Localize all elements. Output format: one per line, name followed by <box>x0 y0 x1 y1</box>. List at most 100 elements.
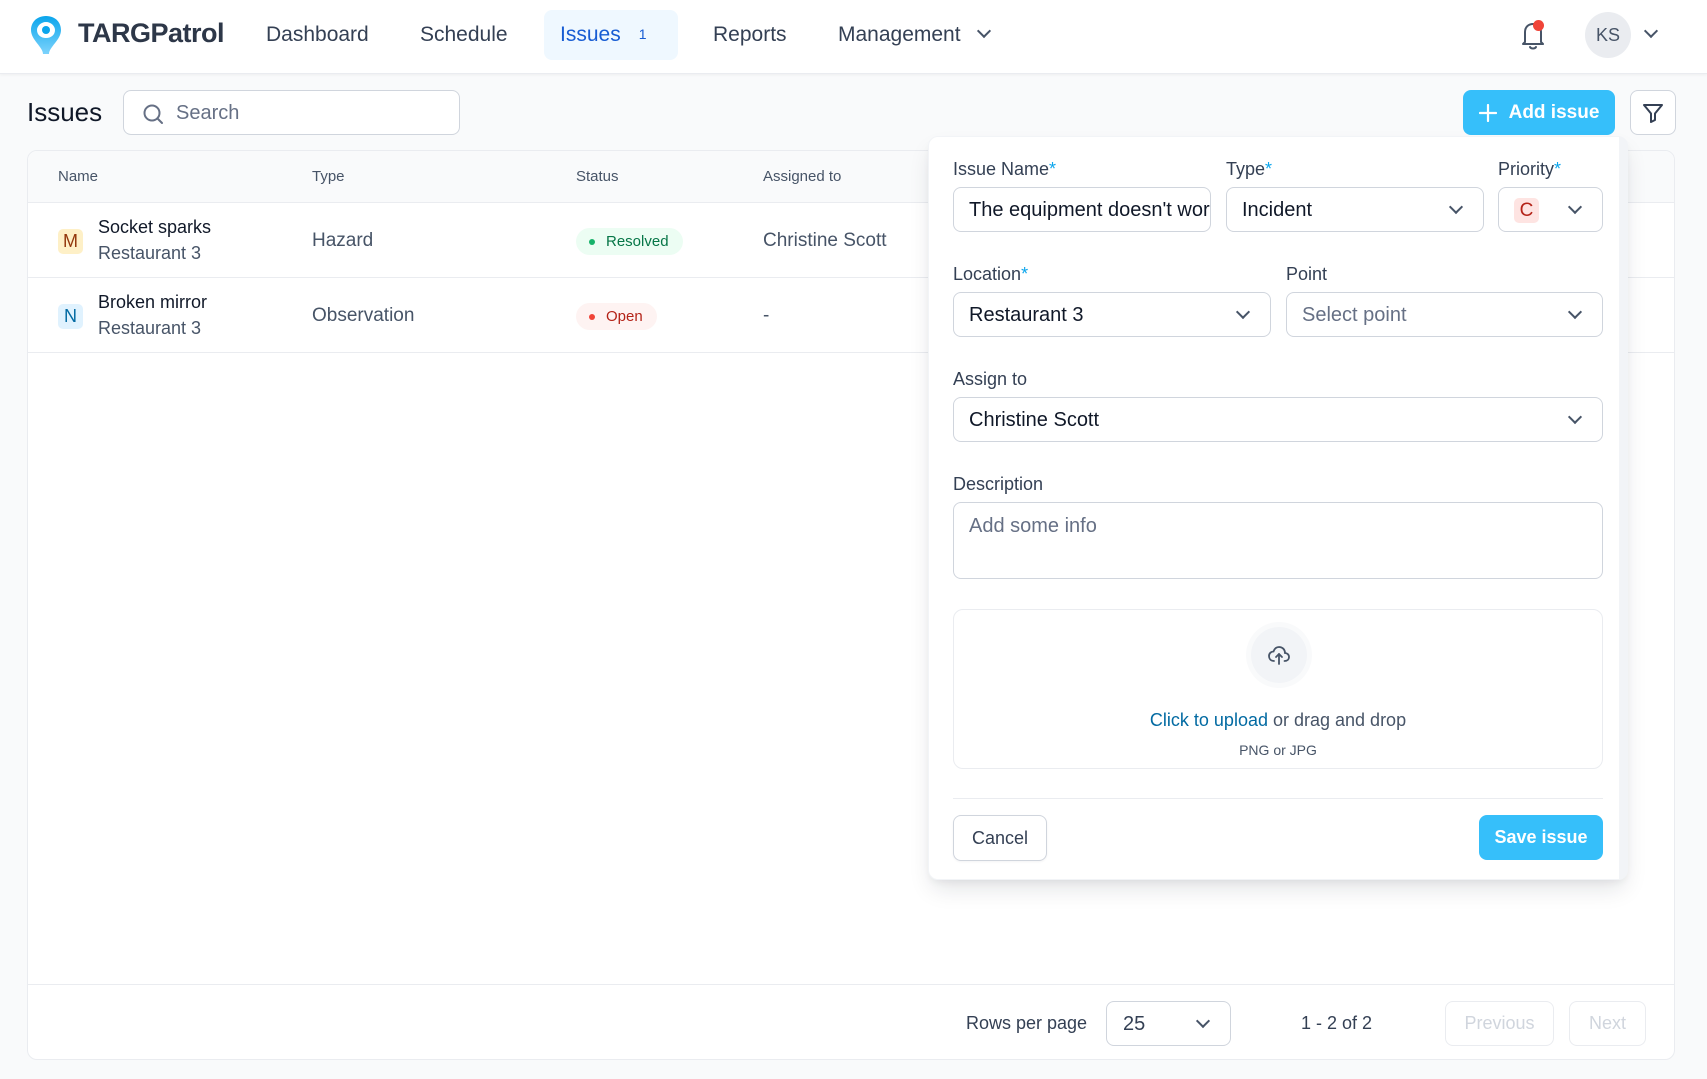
chevron-down-icon <box>1448 199 1464 215</box>
location-label: Location* <box>953 264 1028 285</box>
location-label-text: Location <box>953 264 1022 284</box>
add-issue-button[interactable]: Add issue <box>1463 90 1615 135</box>
nav-issues-count-badge: 1 <box>638 26 647 42</box>
issue-name-label-text: Issue Name <box>953 159 1050 179</box>
required-mark: * <box>1554 159 1562 179</box>
upload-instructions: Click to upload or drag and drop <box>954 710 1602 731</box>
description-label: Description <box>953 474 1044 494</box>
rows-per-page-value: 25 <box>1123 1013 1146 1035</box>
assign-to-select[interactable]: Christine Scott <box>953 397 1603 442</box>
page-title: Issues <box>27 97 103 127</box>
type-label-text: Type <box>1226 159 1266 179</box>
issue-type: Observation <box>312 305 415 326</box>
chevron-down-icon <box>976 23 991 39</box>
nav-dashboard-label: Dashboard <box>266 23 369 46</box>
upload-icon-inner <box>1251 627 1307 683</box>
description-textarea[interactable]: Add some info <box>953 502 1603 579</box>
add-issue-label: Add issue <box>1508 101 1600 123</box>
nav-schedule-label: Schedule <box>420 23 508 46</box>
nav-issues[interactable]: Issues 1 <box>544 10 678 60</box>
nav-issues-label: Issues <box>560 23 621 46</box>
type-label: Type* <box>1226 159 1272 180</box>
assign-to-value: Christine Scott <box>969 409 1100 431</box>
upload-icon-container <box>1246 622 1312 688</box>
search-placeholder: Search <box>176 102 240 124</box>
upload-file-types: PNG or JPG <box>1239 742 1317 758</box>
issue-location: Restaurant 3 <box>98 318 202 338</box>
cancel-button[interactable]: Cancel <box>953 815 1047 861</box>
search-input[interactable]: Search <box>123 90 460 135</box>
logo-pin-icon <box>31 16 61 54</box>
type-select[interactable]: Incident <box>1226 187 1484 232</box>
issue-assignee: - <box>763 305 770 326</box>
priority-label: Priority* <box>1498 159 1561 180</box>
form-divider <box>953 798 1603 799</box>
priority-badge: M <box>58 229 83 254</box>
rows-per-page-select[interactable]: 25 <box>1106 1001 1231 1046</box>
add-issue-form: Issue Name* The equipment doesn't work T… <box>928 136 1628 880</box>
drag-drop-text: or drag and drop <box>1267 710 1407 730</box>
pagination-range: 1 - 2 of 2 <box>1301 1013 1373 1033</box>
priority-label-text: Priority <box>1498 159 1555 179</box>
rows-per-page-label: Rows per page <box>966 1013 1088 1033</box>
top-navigation: TARGPatrol Dashboard Schedule Issues 1 Re… <box>0 0 1707 74</box>
point-placeholder: Select point <box>1302 304 1407 326</box>
cloud-upload-icon <box>1268 646 1290 665</box>
point-label: Point <box>1286 264 1328 284</box>
filter-button[interactable] <box>1630 90 1676 135</box>
nav-reports[interactable]: Reports <box>697 10 803 60</box>
issue-name: Socket sparks <box>98 217 212 237</box>
column-header-name[interactable]: Name <box>58 168 98 185</box>
chevron-down-icon <box>1567 304 1583 320</box>
form-scrollbar[interactable] <box>1619 137 1627 879</box>
issue-location: Restaurant 3 <box>98 243 202 263</box>
file-upload-dropzone[interactable]: Click to upload or drag and drop PNG or … <box>953 609 1603 769</box>
issue-name-value: The equipment doesn't work <box>969 199 1211 221</box>
table-pagination: Rows per page 25 1 - 2 of 2 Previous Nex… <box>28 984 1674 1059</box>
save-issue-button[interactable]: Save issue <box>1479 815 1603 860</box>
issue-name: Broken mirror <box>98 292 208 312</box>
chevron-down-icon <box>1195 1013 1211 1029</box>
type-value: Incident <box>1242 199 1313 221</box>
save-label: Save issue <box>1494 827 1588 847</box>
nav-schedule[interactable]: Schedule <box>404 10 524 60</box>
location-select[interactable]: Restaurant 3 <box>953 292 1271 337</box>
required-mark: * <box>1021 264 1029 284</box>
next-label: Next <box>1588 1013 1626 1033</box>
nav-dashboard[interactable]: Dashboard <box>250 10 385 60</box>
nav-management-label: Management <box>838 23 961 46</box>
click-to-upload-link[interactable]: Click to upload <box>1150 710 1268 730</box>
priority-select[interactable]: C <box>1498 187 1603 232</box>
plus-icon <box>1478 103 1497 122</box>
description-placeholder: Add some info <box>969 515 1097 537</box>
column-header-assigned-to[interactable]: Assigned to <box>763 168 841 185</box>
column-header-status[interactable]: Status <box>576 168 619 185</box>
priority-value-badge: C <box>1514 198 1539 223</box>
location-value: Restaurant 3 <box>969 304 1084 326</box>
issue-type: Hazard <box>312 230 374 251</box>
required-mark: * <box>1049 159 1057 179</box>
required-mark: * <box>1265 159 1273 179</box>
app-logo-text: TARGPatrol <box>78 18 225 48</box>
priority-badge: N <box>58 304 83 329</box>
user-menu-chevron-icon[interactable] <box>1643 23 1659 39</box>
previous-page-button[interactable]: Previous <box>1445 1001 1554 1046</box>
nav-management[interactable]: Management <box>822 10 1005 60</box>
status-badge: Open <box>576 303 657 330</box>
issue-assignee: Christine Scott <box>763 230 887 251</box>
chevron-down-icon <box>1567 409 1583 425</box>
issue-name-label: Issue Name* <box>953 159 1056 180</box>
column-header-type[interactable]: Type <box>312 168 345 185</box>
user-avatar[interactable]: KS <box>1585 12 1631 58</box>
cancel-label: Cancel <box>971 827 1029 848</box>
point-select[interactable]: Select point <box>1286 292 1603 337</box>
search-icon <box>143 104 163 124</box>
issue-name-input[interactable]: The equipment doesn't work <box>953 187 1211 232</box>
filter-icon <box>1643 103 1663 123</box>
chevron-down-icon <box>1235 304 1251 320</box>
previous-label: Previous <box>1464 1013 1535 1033</box>
assign-to-label: Assign to <box>953 369 1028 389</box>
next-page-button[interactable]: Next <box>1569 1001 1646 1046</box>
notification-dot <box>1533 20 1544 31</box>
chevron-down-icon <box>1567 199 1583 215</box>
